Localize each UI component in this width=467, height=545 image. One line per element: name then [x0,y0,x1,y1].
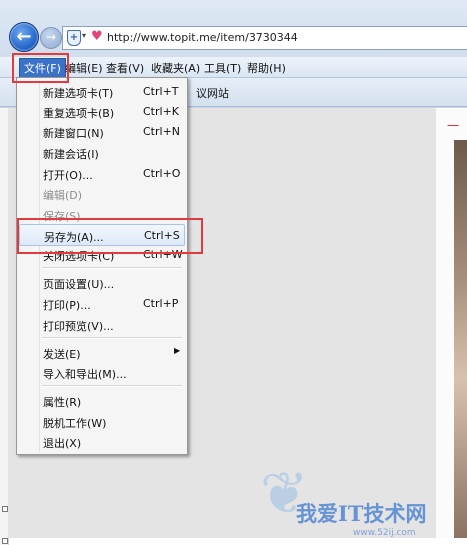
menu-item-exit[interactable]: 退出(X) [19,431,185,451]
menu-item-duplicate-tab[interactable]: 重复选项卡(B) Ctrl+K [19,101,185,121]
menu-item-import-export[interactable]: 导入和导出(M)... [19,362,185,382]
forward-button[interactable]: → [40,27,62,49]
menu-separator [42,337,182,339]
menu-item-send[interactable]: 发送(E) ▶ [19,342,185,362]
highlight-box-file-menu [12,53,69,83]
url-text[interactable]: http://www.topit.me/item/3730344 [107,31,298,44]
security-shield-icon[interactable]: + [67,30,81,46]
back-button[interactable]: ← [9,22,39,52]
highlight-box-save-as [17,218,203,254]
heart-icon: ♥ [91,29,103,44]
watermark: ❦ 我爱IT技术网 www.52ij.com [248,458,467,545]
address-bar[interactable]: + ▾ ♥ http://www.topit.me/item/3730344 [62,26,467,50]
menu-edit[interactable]: 编辑(E) [65,60,103,76]
resize-handle[interactable] [2,538,8,544]
file-menu-dropdown: 新建选项卡(T) Ctrl+T 重复选项卡(B) Ctrl+K 新建窗口(N) … [16,77,188,455]
menu-bar: 文件(F) 编辑(E) 查看(V) 收藏夹(A) 工具(T) 帮助(H) [0,57,467,78]
navigation-row: ← → + ▾ ♥ http://www.topit.me/item/37303… [0,22,467,56]
menu-item-new-tab[interactable]: 新建选项卡(T) Ctrl+T [19,81,185,101]
page-red-text: 一 [447,119,460,133]
menu-item-print[interactable]: 打印(P)... Ctrl+P [19,293,185,313]
suggested-sites-link[interactable]: 议网站 [196,85,229,101]
menu-item-open[interactable]: 打开(O)... Ctrl+O [19,163,185,183]
chevron-down-icon[interactable]: ▾ [82,31,86,40]
submenu-arrow-icon: ▶ [174,346,181,355]
menu-item-new-window[interactable]: 新建窗口(N) Ctrl+N [19,121,185,141]
menu-tools[interactable]: 工具(T) [204,60,241,76]
watermark-title: 我爱IT技术网 [296,501,427,526]
watermark-subtitle: www.52ij.com [353,528,416,538]
menu-separator [42,267,182,269]
menu-favorites[interactable]: 收藏夹(A) [151,60,200,76]
menu-separator [42,385,182,387]
menu-view[interactable]: 查看(V) [106,60,144,76]
menu-item-new-session[interactable]: 新建会话(I) [19,142,185,162]
menu-item-edit: 编辑(D) [43,189,83,202]
menu-item-page-setup[interactable]: 页面设置(U)... [19,272,185,292]
menu-help[interactable]: 帮助(H) [247,60,286,76]
menu-item-print-preview[interactable]: 打印预览(V)... [19,314,185,334]
menu-item-properties[interactable]: 属性(R) [19,390,185,410]
menu-item-work-offline[interactable]: 脱机工作(W) [19,411,185,431]
